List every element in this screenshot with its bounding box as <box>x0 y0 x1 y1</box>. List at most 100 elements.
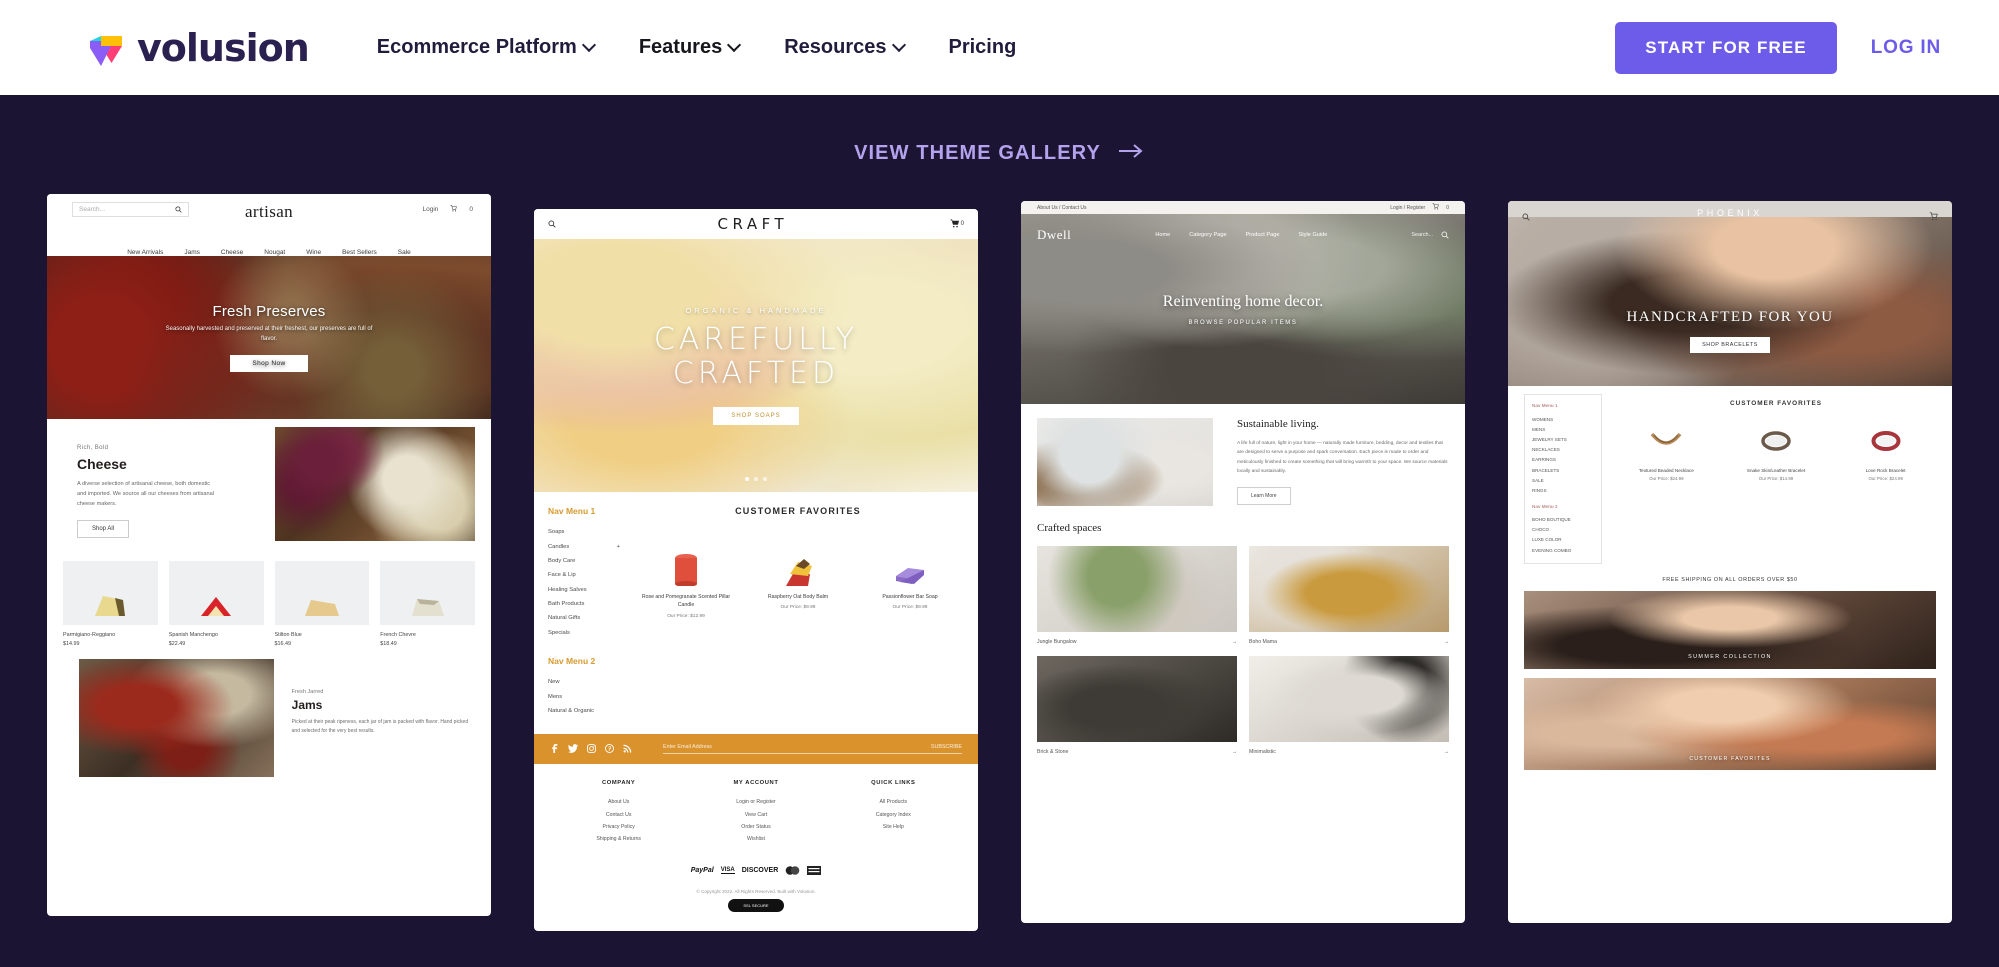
pinterest-icon[interactable] <box>605 740 614 758</box>
nav-item-pricing[interactable]: Pricing <box>927 36 1039 59</box>
artisan-nav-item[interactable]: New Arrivals <box>127 249 163 256</box>
dwell-crafted-cell[interactable]: Boho Mama → <box>1249 546 1449 645</box>
artisan-shop-all-button[interactable]: Shop All <box>77 520 130 539</box>
theme-card-craft[interactable]: CRAFT 0 ORGANIC & HANDMADE CAREFULLY CRA… <box>534 209 978 931</box>
craft-product-card[interactable]: Rose and Pomegranate Scented Pillar Cand… <box>634 534 738 619</box>
craft-hero: ORGANIC & HANDMADE CAREFULLY CRAFTED SHO… <box>534 239 978 492</box>
phoenix-nav-link[interactable]: BRACELETS <box>1532 465 1594 475</box>
rss-icon[interactable] <box>623 740 632 758</box>
phoenix-banner-2[interactable]: CUSTOMER FAVORITES <box>1524 678 1936 771</box>
phoenix-nav-link[interactable]: SALE <box>1532 475 1594 485</box>
footer-link[interactable]: Login or Register <box>687 796 824 808</box>
nav-item-features[interactable]: Features <box>617 36 762 59</box>
phoenix-product-card[interactable]: Love Rock Bracelet Our Price: $24.99 <box>1835 419 1936 481</box>
start-for-free-button[interactable]: START FOR FREE <box>1615 21 1837 74</box>
artisan-product-card[interactable]: Parmigiano-Reggiano $14.99 <box>63 561 158 647</box>
footer-column-title: QUICK LINKS <box>871 780 916 787</box>
product-image <box>1835 419 1936 463</box>
logo[interactable]: volusion <box>78 25 310 71</box>
dwell-topbar-left[interactable]: About Us / Contact Us <box>1037 205 1086 211</box>
artisan-login-link[interactable]: Login <box>422 206 438 213</box>
twitter-icon[interactable] <box>568 740 578 758</box>
cart-icon[interactable] <box>1432 203 1440 212</box>
craft-product-card[interactable]: Passionflower Bar Soap Our Price: $9.99 <box>858 534 962 619</box>
facebook-icon[interactable] <box>550 740 559 758</box>
craft-nav-link[interactable]: Candles + <box>548 539 630 553</box>
phoenix-shop-bracelets-button[interactable]: SHOP BRACELETS <box>1690 337 1770 353</box>
theme-card-phoenix[interactable]: PHOENIX HANDCRAFTED FOR YOU SHOP BRACELE… <box>1508 201 1952 923</box>
footer-link[interactable]: Site Help <box>825 821 962 833</box>
phoenix-sidebar: Nav Menu 1 WOMENS MENS JEWELRY SETS NECK… <box>1524 394 1602 565</box>
dwell-learn-more-button[interactable]: Learn More <box>1237 487 1291 506</box>
footer-link[interactable]: Wishlist <box>687 833 824 845</box>
footer-link[interactable]: Order Status <box>687 821 824 833</box>
phoenix-shipping-banner: FREE SHIPPING ON ALL ORDERS OVER $50 <box>1662 577 1798 584</box>
craft-shop-soaps-button[interactable]: SHOP SOAPS <box>713 406 799 425</box>
theme-card-artisan[interactable]: Search... artisan Login 0 New Arrivals J… <box>47 194 491 916</box>
craft-nav-link[interactable]: Specials <box>548 626 630 640</box>
artisan-product-card[interactable]: Spanish Manchengo $22.49 <box>168 561 264 647</box>
phoenix-product-card[interactable]: Textured Beaded Necklace Our Price: $24.… <box>1616 419 1717 481</box>
craft-nav-link[interactable]: Mens <box>548 689 630 703</box>
craft-nav-link[interactable]: Soaps <box>548 525 630 539</box>
footer-link[interactable]: All Products <box>825 796 962 808</box>
craft-nav-link[interactable]: Bath Products <box>548 597 630 611</box>
view-theme-gallery-link[interactable]: VIEW THEME GALLERY <box>0 142 1999 165</box>
cart-icon[interactable] <box>950 215 959 233</box>
craft-product-card[interactable]: Raspberry Oat Body Balm Our Price: $9.99 <box>746 534 850 619</box>
dwell-crafted-cell[interactable]: Minimalistic → <box>1249 656 1449 755</box>
dwell-hero-cta[interactable]: BROWSE POPULAR ITEMS <box>1188 320 1297 326</box>
phoenix-nav-link[interactable]: RINGS <box>1532 485 1594 495</box>
log-in-button[interactable]: LOG IN <box>1837 37 1941 59</box>
footer-link[interactable]: Contact Us <box>550 809 687 821</box>
artisan-nav-item[interactable]: Best Sellers <box>342 249 377 256</box>
nav-item-ecommerce-platform[interactable]: Ecommerce Platform <box>355 36 617 59</box>
phoenix-nav-link[interactable]: EVENING COMBO <box>1532 545 1594 555</box>
craft-nav-link[interactable]: Healing Salves <box>548 583 630 597</box>
phoenix-product-card[interactable]: Snake Skin/Leather Bracelet Our Price: $… <box>1726 419 1827 481</box>
artisan-product-card[interactable]: French Chevre $18.49 <box>380 561 475 647</box>
instagram-icon[interactable] <box>587 740 596 758</box>
craft-email-input[interactable]: Enter Email Address SUBSCRIBE <box>663 744 962 755</box>
artisan-product-card[interactable]: Stilton Blue $16.49 <box>274 561 370 647</box>
phoenix-nav-link[interactable]: CHOCO <box>1532 525 1594 535</box>
search-icon[interactable] <box>548 215 556 233</box>
dwell-crafted-cell[interactable]: Jungle Bungalow → <box>1037 546 1237 645</box>
phoenix-nav-link[interactable]: MENS <box>1532 424 1594 434</box>
subscribe-button[interactable]: SUBSCRIBE <box>931 744 962 750</box>
phoenix-nav-link[interactable]: LUXE COLOR <box>1532 535 1594 545</box>
craft-nav-link[interactable]: Natural & Organic <box>548 704 630 718</box>
nav-item-resources[interactable]: Resources <box>762 36 926 59</box>
phoenix-nav-link[interactable]: NECKLACES <box>1532 445 1594 455</box>
phoenix-nav-link[interactable]: BOHO BOUTIQUE <box>1532 515 1594 525</box>
phoenix-banner-1[interactable]: SUMMER COLLECTION <box>1524 591 1936 670</box>
artisan-nav-item[interactable]: Jams <box>184 249 200 256</box>
dwell-crafted-cell[interactable]: Brick & Stone → <box>1037 656 1237 755</box>
artisan-jams-body: Picked at their peak ripeness, each jar … <box>291 719 469 735</box>
craft-nav-link[interactable]: New <box>548 675 630 689</box>
phoenix-nav-link[interactable]: WOMENS <box>1532 414 1594 424</box>
footer-link[interactable]: Category Index <box>825 809 962 821</box>
craft-nav-link[interactable]: Natural Gifts <box>548 611 630 625</box>
artisan-nav-item[interactable]: Wine <box>306 249 321 256</box>
footer-link[interactable]: View Cart <box>687 809 824 821</box>
craft-nav-link[interactable]: Face & Lip <box>548 568 630 582</box>
footer-link[interactable]: Privacy Policy <box>550 821 687 833</box>
phoenix-nav-link[interactable]: JEWELRY SETS <box>1532 434 1594 444</box>
footer-link[interactable]: About Us <box>550 796 687 808</box>
craft-nav-link[interactable]: Body Care <box>548 554 630 568</box>
cart-icon[interactable] <box>450 205 458 214</box>
artisan-nav-item[interactable]: Cheese <box>221 249 243 256</box>
theme-card-dwell[interactable]: About Us / Contact Us Login / Register 0… <box>1021 201 1465 923</box>
phoenix-nav-link[interactable]: EARRINGS <box>1532 455 1594 465</box>
carousel-dots[interactable] <box>534 477 978 481</box>
product-image <box>1726 419 1827 463</box>
footer-link[interactable]: Shipping & Returns <box>550 833 687 845</box>
artisan-nav-item[interactable]: Sale <box>398 249 411 256</box>
artisan-shop-now-button[interactable]: Shop Now <box>230 355 308 373</box>
nav-label: Pricing <box>948 36 1017 58</box>
cart-icon[interactable] <box>1929 208 1938 226</box>
cart-count: 0 <box>960 221 964 227</box>
dwell-topbar-right[interactable]: Login / Register <box>1390 205 1425 211</box>
artisan-nav-item[interactable]: Nougat <box>264 249 285 256</box>
